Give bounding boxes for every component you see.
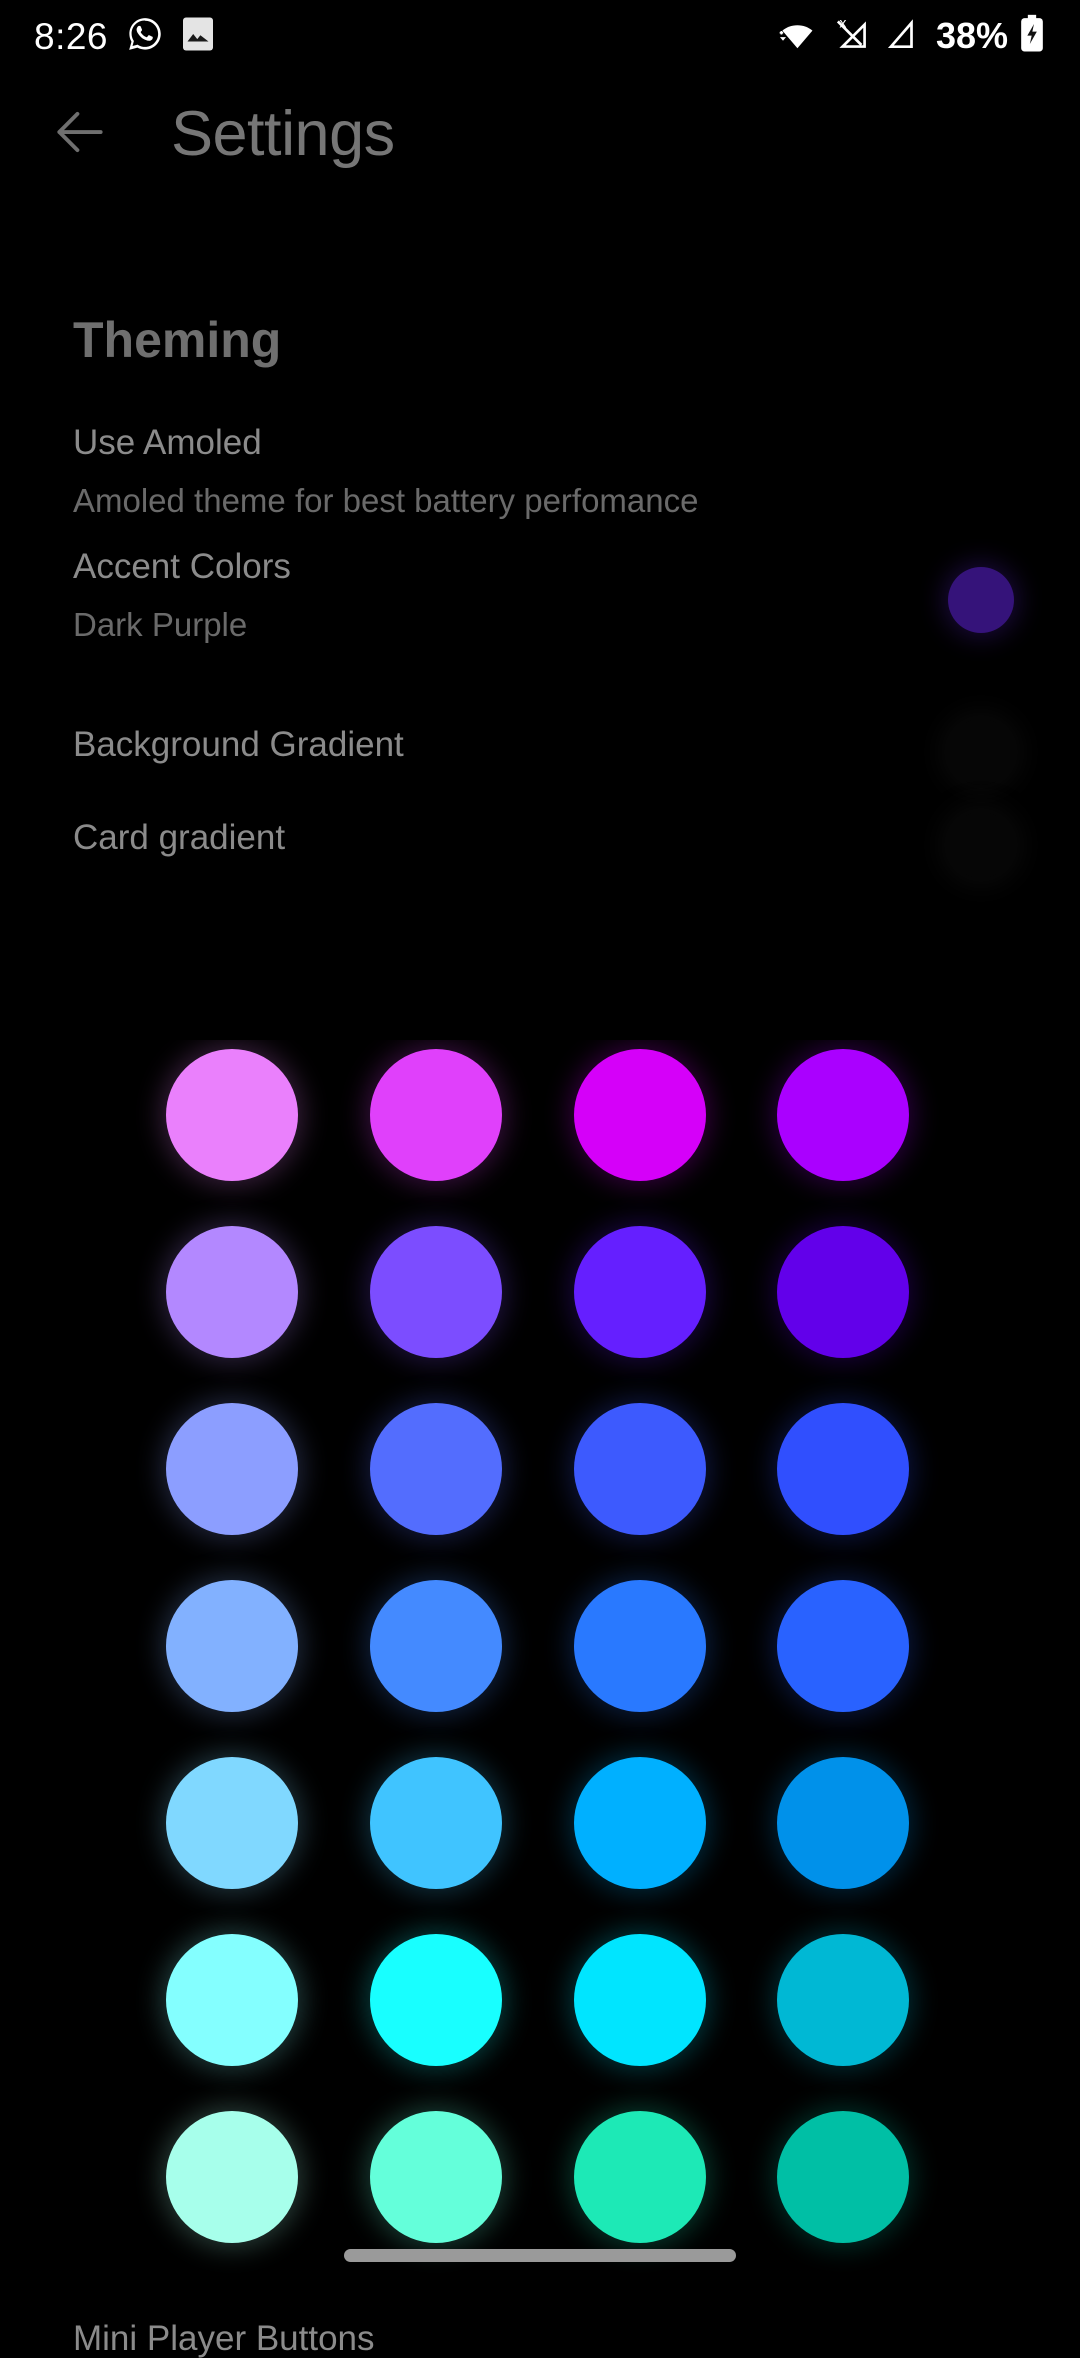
pref-row-background-gradient[interactable]: Background Gradient [0,719,1080,797]
pref-summary-accent-colors: Dark Purple [73,606,248,643]
pref-row-card-gradient[interactable]: Card gradient [0,812,1080,890]
pref-title-accent-colors: Accent Colors [73,547,291,586]
color-swatch[interactable] [166,1757,298,1889]
app-bar: Settings [0,72,1080,197]
color-row [0,1217,1080,1394]
color-row [0,1571,1080,1748]
battery-percentage: 38% [935,15,1008,56]
signal-no-sim-icon: x [830,13,874,60]
pref-title-card-gradient: Card gradient [73,818,286,857]
color-row [0,1748,1080,1925]
color-swatch[interactable] [777,1403,909,1535]
section-header-theming: Theming [73,312,282,368]
color-swatch[interactable] [166,1934,298,2066]
page-title: Settings [171,99,395,169]
pref-title-use-amoled: Use Amoled [73,423,262,462]
color-swatch[interactable] [574,1049,706,1181]
pref-title-mini-player-buttons: Mini Player Buttons [73,2319,375,2358]
color-swatch[interactable] [574,2111,706,2243]
color-swatch[interactable] [166,1049,298,1181]
color-swatch[interactable] [777,1757,909,1889]
color-swatch[interactable] [370,1226,502,1358]
pref-row-mini-player-buttons[interactable]: Mini Player Buttons [73,2321,375,2356]
battery-charging-icon [1018,14,1046,59]
status-clock: 8:26 [34,15,109,57]
background-gradient-swatch[interactable] [948,719,1014,785]
image-icon [182,16,214,57]
accent-color-picker-grid[interactable] [0,1040,1080,2282]
accent-color-swatch[interactable] [948,567,1014,633]
color-swatch[interactable] [574,1403,706,1535]
pref-summary-use-amoled: Amoled theme for best battery perfomance [73,482,699,519]
color-swatch[interactable] [777,2111,909,2243]
color-swatch[interactable] [777,1049,909,1181]
home-gesture-bar[interactable] [344,2249,736,2262]
color-swatch[interactable] [574,1580,706,1712]
status-bar-left: 8:26 [34,15,214,58]
color-swatch[interactable] [370,1934,502,2066]
status-bar-right: x 38% [778,13,1046,60]
color-swatch[interactable] [777,1580,909,1712]
color-swatch[interactable] [166,1580,298,1712]
color-swatch[interactable] [370,1403,502,1535]
pref-title-background-gradient: Background Gradient [73,725,404,764]
wifi-no-internet-icon [778,15,820,58]
pref-row-accent-colors[interactable]: Accent Colors Dark Purple [0,549,1080,659]
status-bar: 8:26 x 38% [0,0,1080,72]
whatsapp-icon [126,15,164,58]
color-swatch[interactable] [166,1403,298,1535]
color-swatch[interactable] [574,1757,706,1889]
signal-bars-icon [884,15,920,58]
color-row [0,1040,1080,1217]
color-row [0,1925,1080,2102]
color-swatch[interactable] [574,1226,706,1358]
arrow-left-icon [49,101,111,168]
color-swatch[interactable] [574,1934,706,2066]
settings-content: Theming Use Amoled Amoled theme for best… [0,197,1080,2356]
color-swatch[interactable] [777,1934,909,2066]
color-swatch[interactable] [166,2111,298,2243]
color-swatch[interactable] [777,1226,909,1358]
pref-row-use-amoled[interactable]: Use Amoled Amoled theme for best battery… [0,425,1080,535]
color-swatch[interactable] [370,1580,502,1712]
card-gradient-swatch[interactable] [948,812,1014,878]
color-swatch[interactable] [166,1226,298,1358]
color-swatch[interactable] [370,2111,502,2243]
color-swatch[interactable] [370,1757,502,1889]
color-row [0,1394,1080,1571]
color-swatch[interactable] [370,1049,502,1181]
back-button[interactable] [26,81,134,189]
